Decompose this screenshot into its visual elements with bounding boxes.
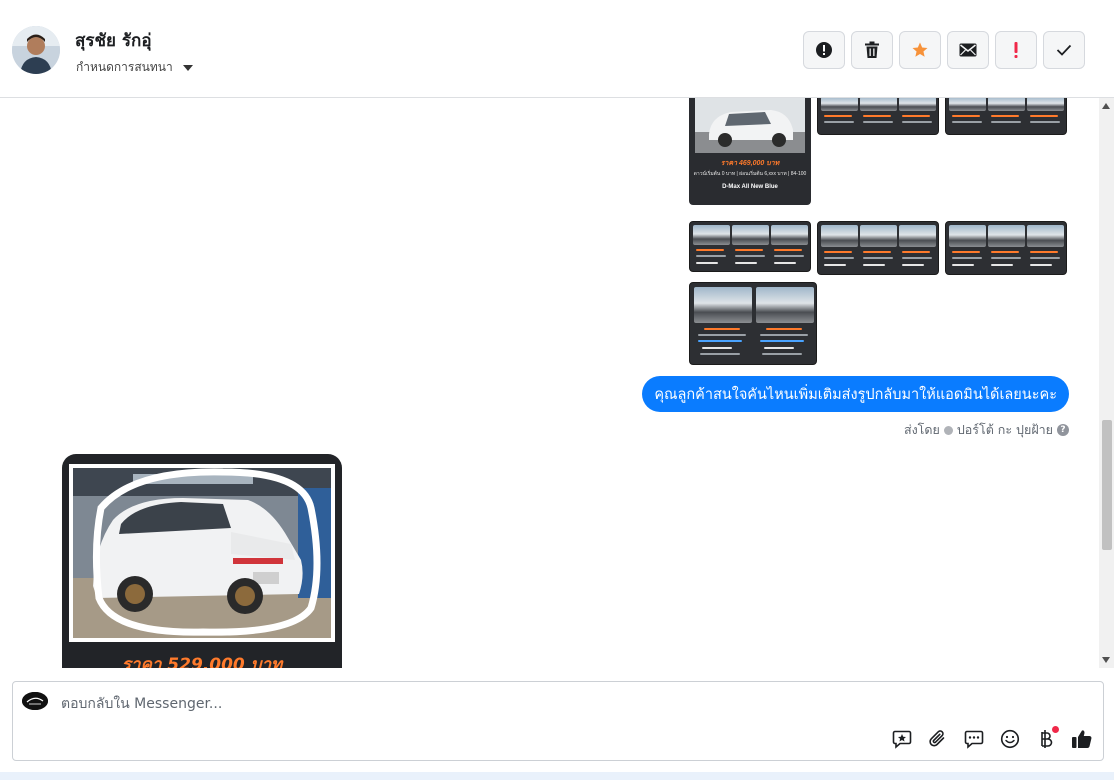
follow-up-button[interactable] [995, 31, 1037, 69]
conversation-header: สุรชัย รักอุ่ กำหนดการสนทนา [0, 0, 1114, 98]
catalog-detail: ดาวน์เริ่มต้น 0 บาท | ผ่อนเริ่มต้น 6,xxx… [693, 171, 807, 177]
saved-reply-button[interactable] [891, 728, 913, 750]
emoji-button[interactable] [999, 728, 1021, 750]
trash-icon [865, 41, 879, 58]
report-spam-button[interactable] [803, 31, 845, 69]
avatar[interactable] [12, 26, 60, 74]
saved-reply-icon [892, 730, 912, 749]
delete-button[interactable] [851, 31, 893, 69]
reply-input[interactable] [61, 694, 861, 714]
catalog-price: ราคา 469,000 บาท [720, 160, 780, 167]
emoji-icon [1000, 729, 1020, 749]
notification-dot [1052, 726, 1059, 733]
conversation-settings-label: กำหนดการสนทนา [76, 60, 173, 74]
outgoing-message-text: คุณลูกค้าสนใจคันไหนเพิ่มเติมส่งรูปกลับมา… [654, 386, 1057, 403]
caret-down-icon [182, 64, 193, 71]
catalog-image-main[interactable]: ราคา 469,000 บาท ดาวน์เริ่มต้น 0 บาท | ผ… [689, 98, 811, 205]
star-button[interactable] [899, 31, 941, 69]
sent-by-name: ปอร์โต้ กะ ปุยฝ้าย [956, 422, 1053, 437]
chat-bubble-icon [964, 730, 984, 749]
envelope-icon [959, 43, 977, 57]
incoming-image-price: ราคา 529,000 บาท [121, 655, 283, 668]
contact-name: สุรชัย รักอุ่ [75, 31, 152, 51]
catalog-image[interactable] [817, 98, 939, 135]
check-icon [1056, 44, 1072, 56]
incoming-image-message[interactable]: ราคา 529,000 บาท [62, 454, 342, 668]
bottom-strip [0, 772, 1114, 780]
catalog-model: D-Max All New Blue [722, 184, 778, 190]
header-toolbar [803, 31, 1085, 69]
attachment-icon [929, 730, 945, 747]
page-logo-icon [22, 692, 48, 710]
thumbs-up-icon [1072, 730, 1092, 748]
mark-unread-button[interactable] [947, 31, 989, 69]
catalog-image[interactable] [945, 98, 1067, 135]
baht-icon [1041, 730, 1053, 748]
scroll-up-arrow-icon[interactable] [1102, 103, 1110, 109]
like-button[interactable] [1071, 728, 1093, 750]
car-photo [73, 468, 331, 638]
alert-circle-icon [816, 42, 832, 58]
mark-done-button[interactable] [1043, 31, 1085, 69]
payment-button[interactable] [1035, 726, 1059, 750]
thread-scrollbar[interactable] [1099, 98, 1114, 668]
reply-composer [12, 681, 1104, 761]
scroll-down-arrow-icon[interactable] [1102, 657, 1110, 663]
catalog-image[interactable] [817, 221, 939, 275]
help-icon[interactable]: ? [1057, 424, 1069, 436]
conversation-settings-dropdown[interactable]: กำหนดการสนทนา [76, 58, 193, 77]
attach-file-button[interactable] [927, 728, 949, 750]
star-icon [912, 42, 928, 57]
exclamation-icon [1014, 42, 1018, 58]
messenger-inbox: สุรชัย รักอุ่ กำหนดการสนทนา ราคา 469,000… [0, 0, 1114, 780]
message-thread[interactable]: ราคา 469,000 บาท ดาวน์เริ่มต้น 0 บาท | ผ… [0, 98, 1099, 668]
scroll-thumb[interactable] [1102, 420, 1112, 550]
sent-by-prefix: ส่งโดย [903, 422, 940, 437]
car-photo [695, 98, 805, 153]
composer-toolbar [891, 726, 1093, 750]
catalog-image[interactable] [689, 221, 811, 272]
photo-frame [69, 464, 335, 642]
chat-button[interactable] [963, 728, 985, 750]
verified-icon [943, 425, 953, 435]
sent-by-info: ส่งโดย ปอร์โต้ กะ ปุยฝ้าย ? [904, 420, 1069, 440]
catalog-image[interactable] [945, 221, 1067, 275]
catalog-image[interactable] [689, 282, 817, 365]
outgoing-message-bubble[interactable]: คุณลูกค้าสนใจคันไหนเพิ่มเติมส่งรูปกลับมา… [642, 376, 1069, 412]
